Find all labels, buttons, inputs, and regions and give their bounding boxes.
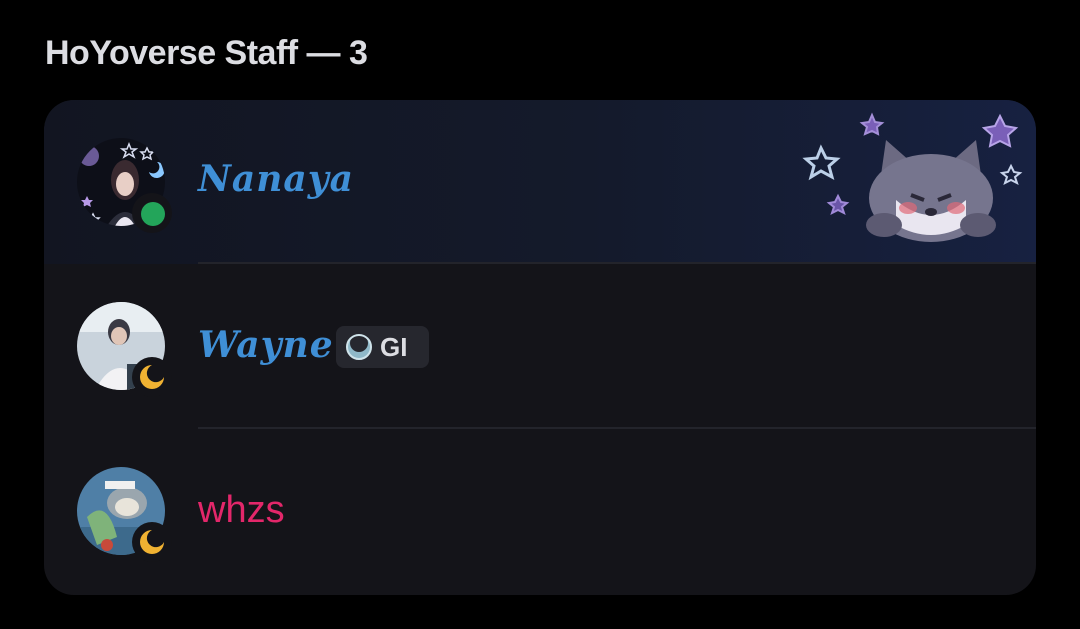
server-tag-badge[interactable]: GI xyxy=(336,326,429,368)
member-group-header: HoYoverse Staff — 3 xyxy=(45,34,368,72)
status-idle-indicator xyxy=(132,357,172,397)
server-tag-label: GI xyxy=(380,332,408,362)
member-name[interactable]: Nanaya xyxy=(198,158,354,200)
member-list-card: Nanaya Wayne GI whzs xyxy=(44,100,1036,595)
online-dot-icon xyxy=(141,202,165,226)
member-name[interactable]: whzs xyxy=(198,489,285,532)
idle-moon-icon xyxy=(140,365,164,389)
status-online-indicator xyxy=(132,193,172,233)
avatar[interactable] xyxy=(76,137,172,233)
genshin-moon-icon xyxy=(346,334,372,360)
avatar[interactable] xyxy=(76,301,172,397)
member-name[interactable]: Wayne xyxy=(198,324,334,366)
status-idle-indicator xyxy=(132,522,172,562)
member-row-wayne[interactable]: Wayne GI xyxy=(44,264,1036,428)
member-row-nanaya[interactable]: Nanaya xyxy=(44,100,1036,264)
avatar[interactable] xyxy=(76,466,172,562)
idle-moon-icon xyxy=(140,530,164,554)
wolf-banner-decoration xyxy=(802,112,1023,242)
member-row-whzs[interactable]: whzs xyxy=(44,429,1036,593)
